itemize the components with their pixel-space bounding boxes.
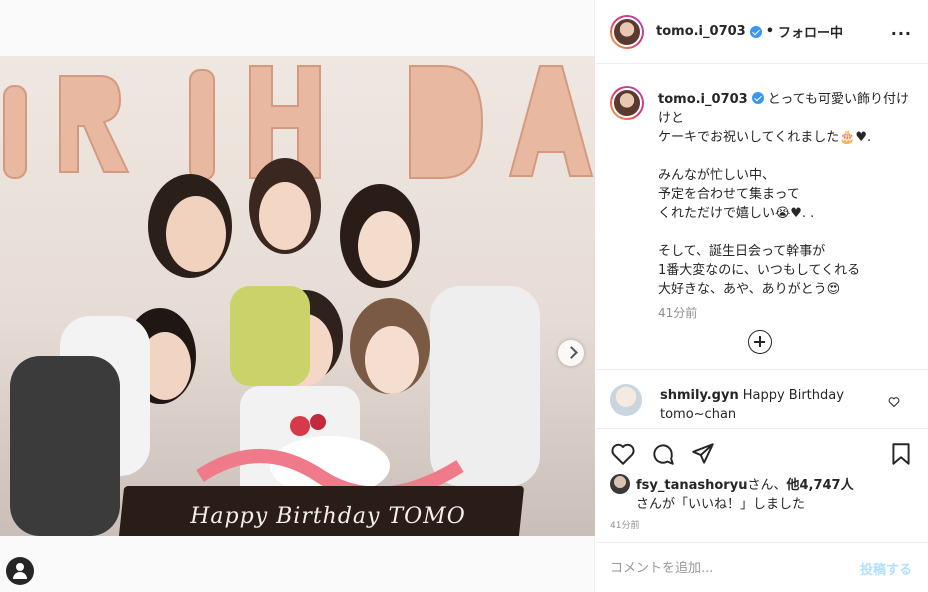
caption-username[interactable]: tomo.i_0703 (658, 92, 748, 107)
post-side-panel: tomo.i_0703 • フォロー中 ··· tomo.i_0703 とっても可… (596, 0, 928, 592)
avatar-image (612, 16, 642, 47)
likes-count[interactable]: 他4,747人 (786, 478, 853, 493)
header-username[interactable]: tomo.i_0703 (656, 24, 746, 39)
caption-line: けと (658, 111, 685, 126)
post-time[interactable]: 41分前 (610, 518, 639, 531)
cake-text: Happy Birthday TOMO (190, 504, 466, 529)
caption-line: そして、誕生日会って幹事が (658, 244, 826, 259)
caption-line: くれただけで嬉しい😭♥. . (658, 206, 815, 221)
caption-avatar[interactable] (610, 86, 644, 120)
likes-summary: fsy_tanashoryuさん、他4,747人 さんが「いいね！」しました (610, 474, 854, 514)
action-bar (596, 428, 928, 476)
caption-line: 1番大変なのに、いつもしてくれる (658, 263, 861, 278)
likes-middle: さん、 (747, 478, 787, 493)
liker-avatar[interactable] (610, 474, 630, 494)
post-photo[interactable]: Happy Birthday TOMO (0, 56, 595, 536)
post-header: tomo.i_0703 • フォロー中 ··· (596, 0, 928, 64)
group-photo-people (10, 158, 540, 536)
commenter-username[interactable]: shmily.gyn (660, 388, 739, 403)
tagged-users-icon[interactable] (6, 557, 34, 585)
caption-area: tomo.i_0703 とっても可愛い飾り付け けと ケーキでお祝いしてくれました… (596, 64, 928, 370)
comment-body-2: tomo~chan (660, 407, 737, 422)
load-more-comments-icon[interactable] (748, 330, 772, 354)
avatar-image (612, 88, 642, 118)
heart-icon[interactable] (610, 441, 636, 467)
share-icon[interactable] (690, 441, 716, 467)
comment-icon[interactable] (650, 441, 676, 467)
commenter-avatar[interactable] (610, 384, 642, 416)
likes-line2: さんが「いいね！」しました (636, 497, 806, 512)
caption-line: みんなが忙しい中、 (658, 168, 776, 183)
caption-text: tomo.i_0703 とっても可愛い飾り付け けと ケーキでお祝いしてくれました… (658, 90, 916, 299)
more-options-icon[interactable]: ··· (891, 24, 912, 43)
caption-line (658, 147, 916, 166)
bookmark-icon[interactable] (888, 441, 914, 467)
comment-body: Happy Birthday (742, 388, 844, 403)
header-separator: • (765, 24, 775, 39)
caption-line: 大好きな、あや、ありがとう😍 (658, 282, 841, 297)
following-button[interactable]: フォロー中 (778, 22, 843, 41)
liker-username[interactable]: fsy_tanashoryu (636, 478, 747, 493)
like-comment-icon[interactable] (888, 396, 900, 408)
verified-icon (751, 92, 764, 104)
comment-input[interactable] (610, 557, 840, 579)
next-photo-button[interactable] (558, 340, 584, 366)
header-avatar[interactable] (610, 14, 644, 49)
caption-line: とっても可愛い飾り付け (767, 92, 910, 107)
comment-text: shmily.gyn Happy Birthday tomo~chan (660, 386, 844, 424)
caption-time: 41分前 (658, 306, 698, 320)
caption-line: 予定を合わせて集まって (658, 187, 800, 202)
add-comment-bar: 投稿する (596, 542, 928, 592)
caption-line: ケーキでお祝いしてくれました🎂♥. (658, 130, 872, 145)
verified-icon (749, 25, 762, 38)
comment-item: shmily.gyn Happy Birthday tomo~chan (596, 372, 928, 428)
caption-line (658, 223, 916, 242)
photo-pane: Happy Birthday TOMO (0, 0, 595, 592)
post-comment-button[interactable]: 投稿する (860, 559, 912, 578)
